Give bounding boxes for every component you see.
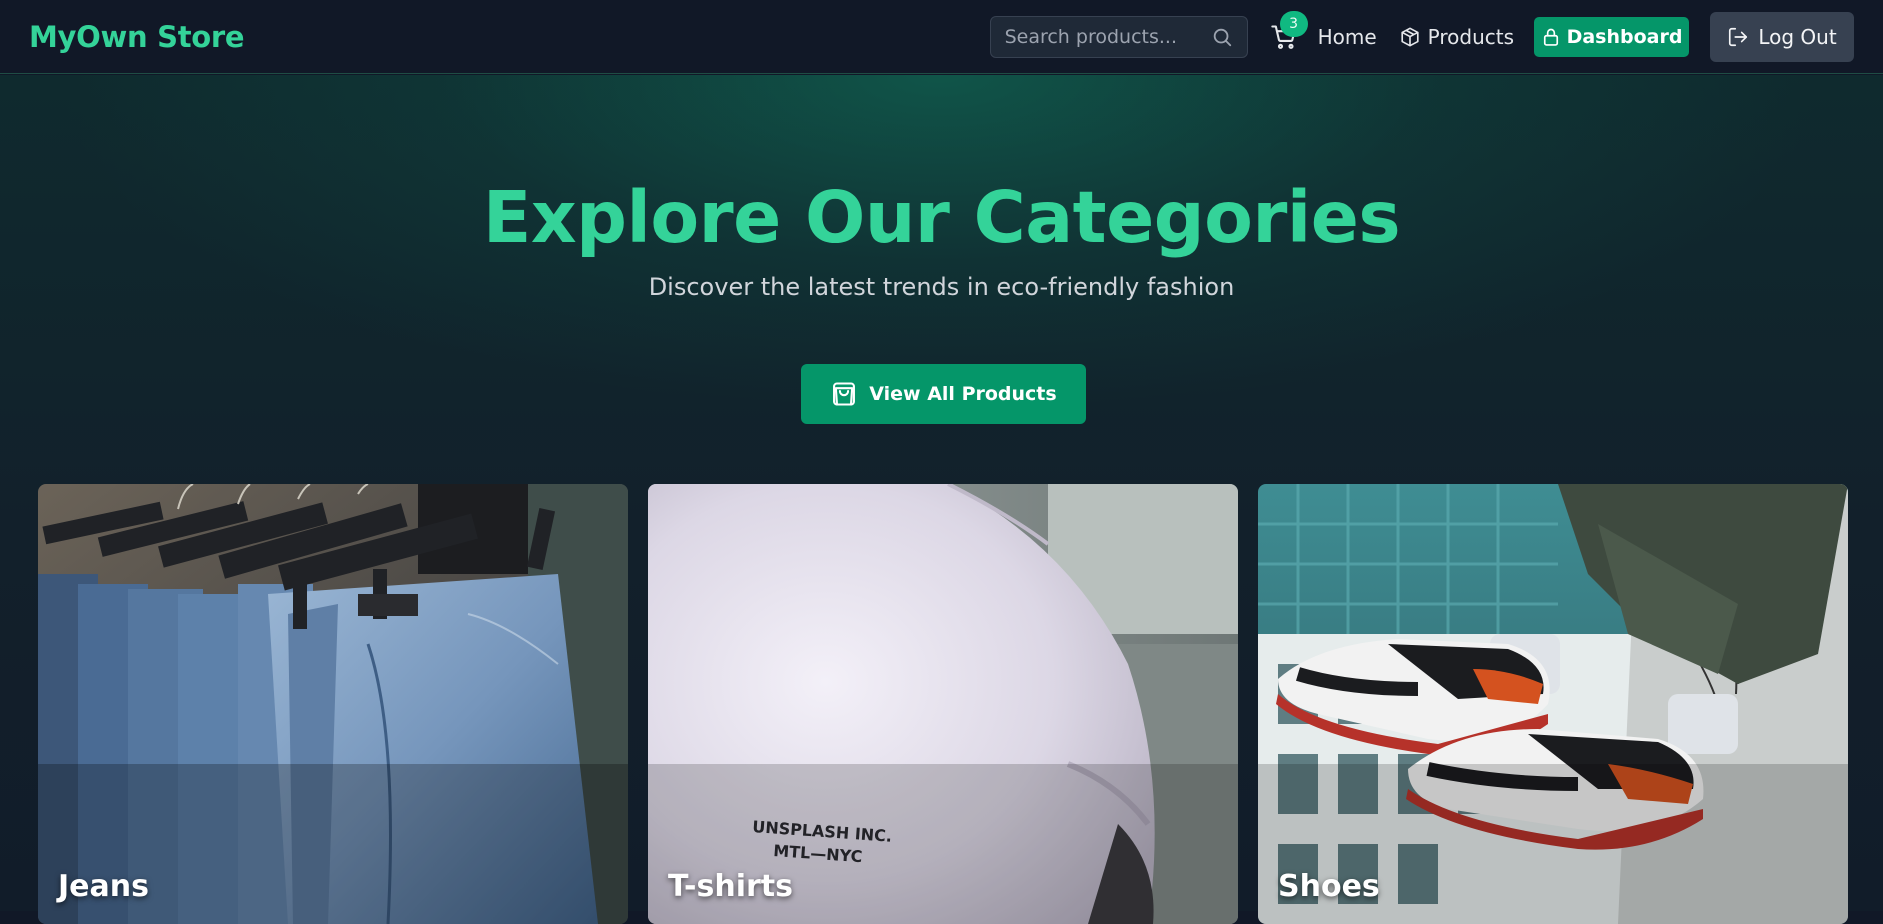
category-grid: Jeans UNSPLASH INC. MTL—NYC T-shirts bbox=[0, 410, 1883, 924]
box-icon bbox=[1399, 26, 1421, 48]
logout-button[interactable]: Log Out bbox=[1710, 11, 1854, 62]
jeans-photo bbox=[38, 484, 628, 924]
logout-icon bbox=[1727, 26, 1749, 48]
page-subtitle: Discover the latest trends in eco-friend… bbox=[648, 273, 1235, 301]
search-box bbox=[989, 15, 1248, 58]
logout-label: Log Out bbox=[1758, 24, 1837, 49]
lock-icon bbox=[1541, 26, 1561, 48]
category-label-shoes: Shoes bbox=[1278, 869, 1380, 904]
shoes-photo bbox=[1258, 484, 1848, 924]
view-all-products-label: View All Products bbox=[869, 383, 1057, 405]
search-input[interactable] bbox=[1004, 25, 1211, 48]
nav-home-link[interactable]: Home bbox=[1318, 25, 1377, 49]
nav-home-label: Home bbox=[1317, 24, 1377, 49]
shopping-bag-icon bbox=[830, 380, 858, 408]
search-icon[interactable] bbox=[1211, 26, 1233, 48]
category-label-tshirts: T-shirts bbox=[668, 869, 793, 904]
category-card-jeans[interactable]: Jeans bbox=[38, 484, 628, 924]
top-navbar: MyOwn Store 3 Home Products Dashboard bbox=[0, 0, 1883, 74]
dashboard-label: Dashboard bbox=[1566, 25, 1683, 48]
category-card-shoes[interactable]: Shoes bbox=[1258, 484, 1848, 924]
cart-count-badge: 3 bbox=[1279, 10, 1308, 37]
page-title: Explore Our Categories bbox=[482, 176, 1401, 259]
category-label-jeans: Jeans bbox=[58, 869, 149, 904]
store-logo[interactable]: MyOwn Store bbox=[29, 20, 245, 54]
nav-actions: 3 Home Products Dashboard Log Out bbox=[989, 10, 1854, 62]
category-card-tshirts[interactable]: UNSPLASH INC. MTL—NYC T-shirts bbox=[648, 484, 1238, 924]
nav-products-label: Products bbox=[1427, 24, 1514, 49]
dashboard-button[interactable]: Dashboard bbox=[1534, 16, 1689, 57]
cart-button[interactable]: 3 bbox=[1270, 10, 1308, 51]
tshirt-photo: UNSPLASH INC. MTL—NYC bbox=[648, 484, 1238, 924]
nav-products-link[interactable]: Products bbox=[1399, 25, 1514, 49]
